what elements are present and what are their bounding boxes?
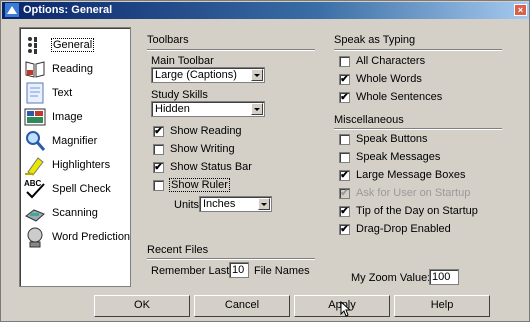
check-icon: ✔	[153, 126, 164, 137]
units-label: Units	[174, 199, 200, 211]
reading-icon	[25, 61, 45, 78]
miscellaneous-divider	[334, 128, 502, 130]
recent-files-count-input[interactable]: 10	[229, 262, 249, 278]
chevron-down-icon[interactable]	[258, 198, 270, 210]
sidebar-item-label: Image	[52, 111, 83, 123]
close-icon: ×	[517, 5, 524, 15]
highlighter-icon	[25, 157, 44, 176]
scanner-icon	[25, 209, 45, 222]
app-icon	[5, 3, 19, 17]
main-toolbar-label: Main Toolbar	[151, 55, 214, 67]
sidebar-item-label: Highlighters	[52, 159, 111, 171]
file-names-label: File Names	[254, 265, 310, 277]
units-select[interactable]: Inches	[199, 196, 272, 212]
main-toolbar-select[interactable]: Large (Captions)	[151, 67, 265, 83]
svg-text:ABC: ABC	[24, 179, 42, 188]
sidebar-item-image[interactable]: Image	[20, 106, 130, 130]
title-bar: Options: General ×	[2, 2, 529, 19]
sidebar-item-label: Spell Check	[52, 183, 111, 195]
study-skills-label: Study Skills	[151, 89, 208, 101]
sidebar-item-spell-check[interactable]: ABC Spell Check	[20, 178, 130, 202]
general-icon	[28, 37, 37, 54]
sidebar-item-scanning[interactable]: Scanning	[20, 202, 130, 226]
toolbars-title: Toolbars	[147, 34, 189, 46]
sidebar-item-label: General	[51, 38, 95, 52]
check-icon: ✔	[339, 74, 350, 85]
mouse-pointer-icon	[340, 301, 352, 317]
ok-button[interactable]: OK	[94, 295, 190, 317]
check-icon: ✔	[339, 206, 350, 217]
check-icon: ✔	[339, 224, 350, 235]
options-dialog: Options: General × General Reading Text …	[0, 0, 530, 322]
sidebar-item-label: Scanning	[52, 207, 98, 219]
text-icon	[26, 82, 44, 104]
sidebar-item-label: Magnifier	[52, 135, 98, 147]
cancel-button[interactable]: Cancel	[194, 295, 290, 317]
sidebar-item-general[interactable]: General	[20, 34, 130, 58]
window-title: Options: General	[23, 4, 113, 16]
image-icon	[24, 108, 46, 126]
sidebar-item-reading[interactable]: Reading	[20, 58, 130, 82]
sidebar-item-word-prediction[interactable]: Word Prediction	[20, 226, 130, 250]
toolbars-divider	[147, 49, 315, 51]
sidebar-item-magnifier[interactable]: Magnifier	[20, 130, 130, 154]
chevron-down-icon[interactable]	[251, 103, 263, 115]
recent-files-title: Recent Files	[147, 244, 209, 256]
miscellaneous-title: Miscellaneous	[334, 114, 404, 126]
remember-last-label: Remember Last	[151, 265, 230, 277]
sidebar-item-text[interactable]: Text	[20, 82, 130, 106]
speak-as-typing-divider	[334, 49, 502, 51]
check-icon: ✔	[339, 170, 350, 181]
check-icon: ✔	[339, 92, 350, 103]
sidebar-item-label: Reading	[52, 63, 93, 75]
recent-files-divider	[147, 258, 315, 260]
study-skills-select[interactable]: Hidden	[151, 101, 265, 117]
sidebar-item-label: Word Prediction	[52, 231, 131, 243]
sidebar-item-highlighters[interactable]: Highlighters	[20, 154, 130, 178]
check-icon: ✔	[153, 162, 164, 173]
sidebar-item-label: Text	[52, 87, 73, 99]
zoom-input[interactable]: 100	[429, 269, 459, 285]
magnifier-icon	[26, 131, 46, 151]
help-button[interactable]: Help	[394, 295, 490, 317]
chevron-down-icon[interactable]	[251, 69, 263, 81]
word-prediction-icon	[27, 227, 43, 248]
category-list[interactable]: General Reading Text Image Magnifier Hig…	[19, 27, 131, 287]
speak-as-typing-title: Speak as Typing	[334, 34, 416, 46]
close-button[interactable]: ×	[514, 4, 527, 16]
spell-check-icon: ABC	[24, 179, 45, 199]
check-icon: ✔	[339, 188, 350, 199]
zoom-label: My Zoom Value:	[351, 272, 431, 284]
